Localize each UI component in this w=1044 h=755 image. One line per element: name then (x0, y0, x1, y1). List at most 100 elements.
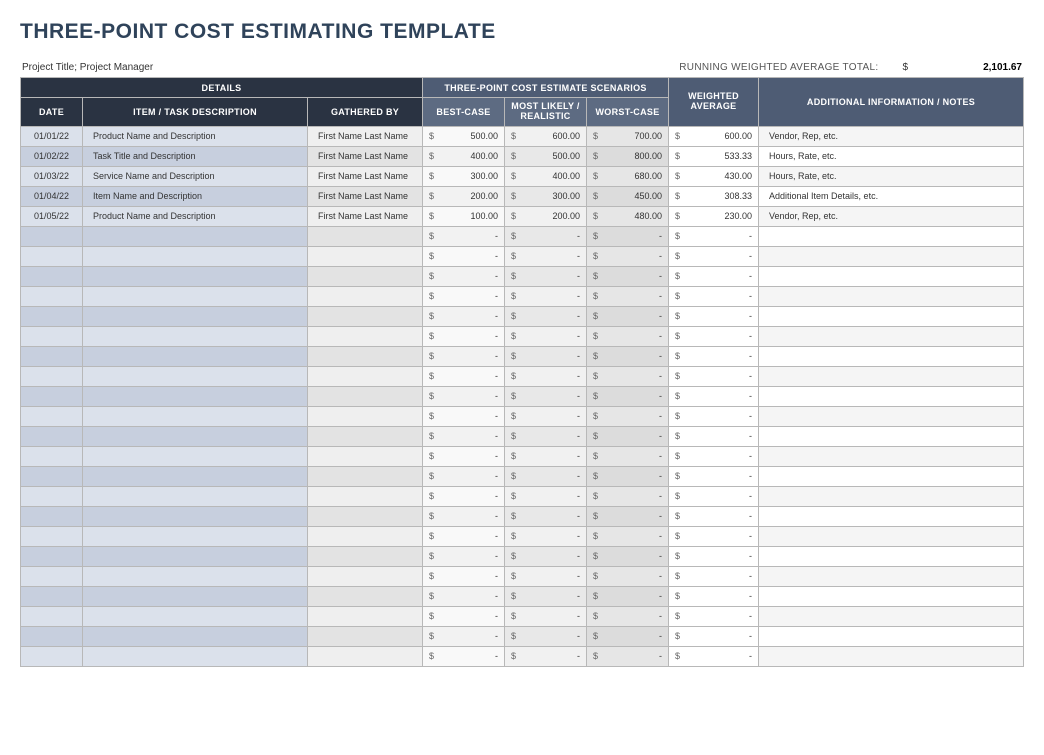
cell-most-likely[interactable]: $- (505, 246, 587, 266)
cell-worst-case[interactable]: $- (587, 266, 669, 286)
cell-item[interactable]: Product Name and Description (83, 206, 308, 226)
cell-weighted-average[interactable]: $308.33 (669, 186, 759, 206)
cell-weighted-average[interactable]: $- (669, 466, 759, 486)
cell-worst-case[interactable]: $- (587, 606, 669, 626)
cell-item[interactable] (83, 286, 308, 306)
cell-worst-case[interactable]: $- (587, 546, 669, 566)
cell-weighted-average[interactable]: $- (669, 286, 759, 306)
cell-date[interactable]: 01/03/22 (21, 166, 83, 186)
cell-worst-case[interactable]: $480.00 (587, 206, 669, 226)
cell-item[interactable] (83, 646, 308, 666)
cell-most-likely[interactable]: $500.00 (505, 146, 587, 166)
cell-most-likely[interactable]: $- (505, 306, 587, 326)
cell-most-likely[interactable]: $- (505, 526, 587, 546)
cell-item[interactable] (83, 306, 308, 326)
cell-item[interactable] (83, 506, 308, 526)
cell-weighted-average[interactable]: $- (669, 426, 759, 446)
cell-date[interactable] (21, 546, 83, 566)
cell-date[interactable] (21, 566, 83, 586)
cell-gathered-by[interactable] (308, 266, 423, 286)
cell-item[interactable] (83, 526, 308, 546)
cell-date[interactable] (21, 266, 83, 286)
cell-weighted-average[interactable]: $- (669, 386, 759, 406)
cell-worst-case[interactable]: $700.00 (587, 126, 669, 146)
cell-notes[interactable] (759, 566, 1024, 586)
cell-gathered-by[interactable]: First Name Last Name (308, 186, 423, 206)
cell-most-likely[interactable]: $- (505, 486, 587, 506)
cell-date[interactable] (21, 286, 83, 306)
cell-date[interactable] (21, 526, 83, 546)
cell-notes[interactable] (759, 426, 1024, 446)
cell-most-likely[interactable]: $- (505, 406, 587, 426)
cell-gathered-by[interactable] (308, 646, 423, 666)
cell-notes[interactable] (759, 226, 1024, 246)
cell-best-case[interactable]: $- (423, 526, 505, 546)
cell-weighted-average[interactable]: $- (669, 366, 759, 386)
cell-date[interactable] (21, 326, 83, 346)
cell-notes[interactable] (759, 266, 1024, 286)
cell-best-case[interactable]: $- (423, 446, 505, 466)
cell-most-likely[interactable]: $- (505, 606, 587, 626)
cell-gathered-by[interactable] (308, 386, 423, 406)
cell-best-case[interactable]: $200.00 (423, 186, 505, 206)
cell-best-case[interactable]: $400.00 (423, 146, 505, 166)
cell-worst-case[interactable]: $- (587, 286, 669, 306)
cell-most-likely[interactable]: $- (505, 626, 587, 646)
cell-notes[interactable] (759, 586, 1024, 606)
cell-weighted-average[interactable]: $- (669, 246, 759, 266)
cell-gathered-by[interactable] (308, 606, 423, 626)
cell-gathered-by[interactable] (308, 306, 423, 326)
cell-best-case[interactable]: $- (423, 466, 505, 486)
cell-best-case[interactable]: $- (423, 386, 505, 406)
cell-item[interactable] (83, 626, 308, 646)
cell-worst-case[interactable]: $- (587, 586, 669, 606)
cell-most-likely[interactable]: $300.00 (505, 186, 587, 206)
cell-best-case[interactable]: $- (423, 346, 505, 366)
cell-weighted-average[interactable]: $- (669, 346, 759, 366)
cell-best-case[interactable]: $- (423, 406, 505, 426)
cell-gathered-by[interactable]: First Name Last Name (308, 126, 423, 146)
cell-worst-case[interactable]: $- (587, 406, 669, 426)
cell-notes[interactable] (759, 246, 1024, 266)
cell-date[interactable] (21, 246, 83, 266)
cell-gathered-by[interactable] (308, 426, 423, 446)
cell-notes[interactable] (759, 346, 1024, 366)
cell-best-case[interactable]: $- (423, 366, 505, 386)
cell-most-likely[interactable]: $- (505, 506, 587, 526)
cell-weighted-average[interactable]: $- (669, 306, 759, 326)
cell-weighted-average[interactable]: $230.00 (669, 206, 759, 226)
cell-date[interactable] (21, 486, 83, 506)
cell-gathered-by[interactable] (308, 526, 423, 546)
cell-notes[interactable] (759, 446, 1024, 466)
cell-notes[interactable] (759, 466, 1024, 486)
cell-weighted-average[interactable]: $- (669, 626, 759, 646)
cell-item[interactable] (83, 566, 308, 586)
cell-date[interactable] (21, 386, 83, 406)
cell-most-likely[interactable]: $- (505, 646, 587, 666)
cell-worst-case[interactable]: $- (587, 466, 669, 486)
cell-weighted-average[interactable]: $- (669, 546, 759, 566)
cell-best-case[interactable]: $- (423, 586, 505, 606)
cell-date[interactable]: 01/01/22 (21, 126, 83, 146)
cell-date[interactable] (21, 466, 83, 486)
cell-weighted-average[interactable]: $- (669, 326, 759, 346)
cell-weighted-average[interactable]: $- (669, 266, 759, 286)
cell-item[interactable]: Item Name and Description (83, 186, 308, 206)
cell-notes[interactable]: Hours, Rate, etc. (759, 166, 1024, 186)
cell-worst-case[interactable]: $- (587, 306, 669, 326)
cell-item[interactable] (83, 586, 308, 606)
cell-notes[interactable] (759, 546, 1024, 566)
cell-worst-case[interactable]: $680.00 (587, 166, 669, 186)
cell-worst-case[interactable]: $- (587, 246, 669, 266)
cell-best-case[interactable]: $- (423, 606, 505, 626)
cell-best-case[interactable]: $- (423, 246, 505, 266)
cell-gathered-by[interactable] (308, 446, 423, 466)
cell-worst-case[interactable]: $- (587, 366, 669, 386)
cell-weighted-average[interactable]: $- (669, 566, 759, 586)
cell-notes[interactable] (759, 306, 1024, 326)
cell-item[interactable] (83, 466, 308, 486)
cell-most-likely[interactable]: $200.00 (505, 206, 587, 226)
cell-most-likely[interactable]: $- (505, 266, 587, 286)
cell-most-likely[interactable]: $- (505, 226, 587, 246)
cell-item[interactable] (83, 326, 308, 346)
